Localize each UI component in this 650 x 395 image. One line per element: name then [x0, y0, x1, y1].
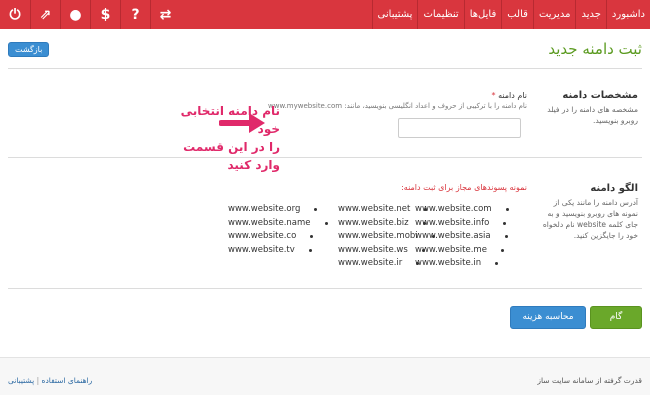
bullet-icon	[324, 221, 328, 225]
domain-name-help: نام دامنه را با ترکیبی از حروف و اعداد ا…	[268, 102, 527, 110]
example-text: www.website.org	[228, 204, 301, 214]
bullet-icon	[416, 262, 420, 266]
example-item: www.website.co	[228, 230, 328, 244]
footer-separator: |	[36, 376, 40, 385]
bullet-icon	[495, 262, 499, 266]
dollar-icon[interactable]: $	[90, 0, 120, 29]
example-item: www.website.ws	[338, 244, 435, 258]
menu-item-dashboard[interactable]: داشبورد	[605, 0, 650, 29]
example-text: www.website.biz	[338, 217, 409, 228]
menu-item-manage[interactable]: مدیریت	[532, 0, 576, 29]
bullet-icon	[500, 248, 504, 252]
example-text: www.website.co	[228, 231, 297, 241]
calculate-cost-button[interactable]: محاسبه هزینه	[510, 306, 586, 329]
example-item: www.website.net	[338, 203, 435, 217]
menu-item-template[interactable]: قالب	[501, 0, 533, 29]
power-icon[interactable]: ⏻	[0, 0, 30, 29]
bullet-icon	[308, 248, 312, 252]
main-menu: داشبورد جدید مدیریت قالب فایل‌ها تنظیمات…	[371, 0, 650, 29]
domain-spec-title: مشخصات دامنه	[562, 90, 638, 101]
support-link[interactable]: پشتیبانی	[8, 376, 34, 385]
bullet-icon	[422, 221, 426, 225]
divider	[8, 157, 642, 158]
powered-by-text: قدرت گرفته از سامانه سایت ساز	[537, 376, 642, 385]
toolbar-icons: ⏻ ⇗ ● $ ? ⇄	[0, 0, 180, 29]
domain-name-label: نام دامنه *	[492, 91, 527, 100]
bullet-icon	[503, 221, 507, 225]
menu-item-support[interactable]: پشتیبانی	[371, 0, 418, 29]
examples-col-3: www.website.org www.website.name www.web…	[228, 203, 328, 257]
examples-heading: نمونه پسوندهای مجاز برای ثبت دامنه:	[401, 183, 527, 192]
help-link[interactable]: راهنمای استفاده	[42, 376, 93, 385]
bullet-icon	[424, 208, 428, 212]
examples-col-2: www.website.net www.website.biz www.webs…	[338, 203, 435, 271]
divider	[8, 288, 642, 289]
example-text: www.website.tv	[228, 244, 295, 255]
bullet-icon	[310, 235, 314, 239]
back-button[interactable]: بازگشت	[8, 42, 50, 57]
external-link-icon[interactable]: ⇗	[30, 0, 60, 29]
help-icon[interactable]: ?	[120, 0, 150, 29]
example-item: www.website.tv	[228, 244, 328, 258]
example-text: www.website.ir	[338, 258, 403, 268]
bullet-icon	[504, 235, 508, 239]
footer: قدرت گرفته از سامانه سایت ساز راهنمای اس…	[0, 357, 650, 395]
example-text: www.website.mobi	[338, 231, 418, 241]
menu-item-files[interactable]: فایل‌ها	[463, 0, 502, 29]
swap-icon[interactable]: ⇄	[150, 0, 180, 29]
example-item: www.website.biz	[338, 217, 435, 231]
divider	[8, 68, 642, 69]
domain-spec-desc: مشخصه های دامنه را در فیلد روبرو بنویسید…	[547, 105, 638, 125]
required-mark: *	[491, 91, 496, 100]
bullet-icon	[505, 208, 509, 212]
domain-name-input[interactable]	[398, 118, 521, 138]
top-navbar: ⏻ ⇗ ● $ ? ⇄ داشبورد جدید مدیریت قالب فای…	[0, 0, 650, 29]
bullet-icon	[421, 248, 425, 252]
menu-item-settings[interactable]: تنظیمات	[417, 0, 463, 29]
menu-item-new[interactable]: جدید	[575, 0, 605, 29]
callout-line-2: را در این قسمت وارد کنید	[183, 140, 280, 172]
example-text: www.website.ws	[338, 244, 408, 255]
example-text: www.website.name	[228, 217, 311, 228]
footer-links: راهنمای استفاده | پشتیبانی	[8, 376, 92, 385]
bullet-icon	[314, 208, 318, 212]
example-item: www.website.mobi	[338, 230, 435, 244]
example-item: www.website.name	[228, 217, 328, 231]
arrow-icon	[219, 113, 265, 133]
domain-name-label-text: نام دامنه	[498, 91, 527, 100]
pattern-desc: آدرس دامنه را مانند یکی از نمونه های روب…	[542, 198, 638, 240]
example-text: www.website.net	[338, 204, 411, 214]
example-item: www.website.org	[228, 203, 328, 217]
bullet-icon	[431, 235, 435, 239]
example-item: www.website.ir	[338, 257, 435, 271]
next-step-button[interactable]: گام بعدی	[590, 306, 642, 343]
pattern-title: الگو دامنه	[590, 183, 638, 194]
page-title: ثبت دامنه جدید	[548, 40, 642, 58]
user-icon[interactable]: ●	[60, 0, 90, 29]
